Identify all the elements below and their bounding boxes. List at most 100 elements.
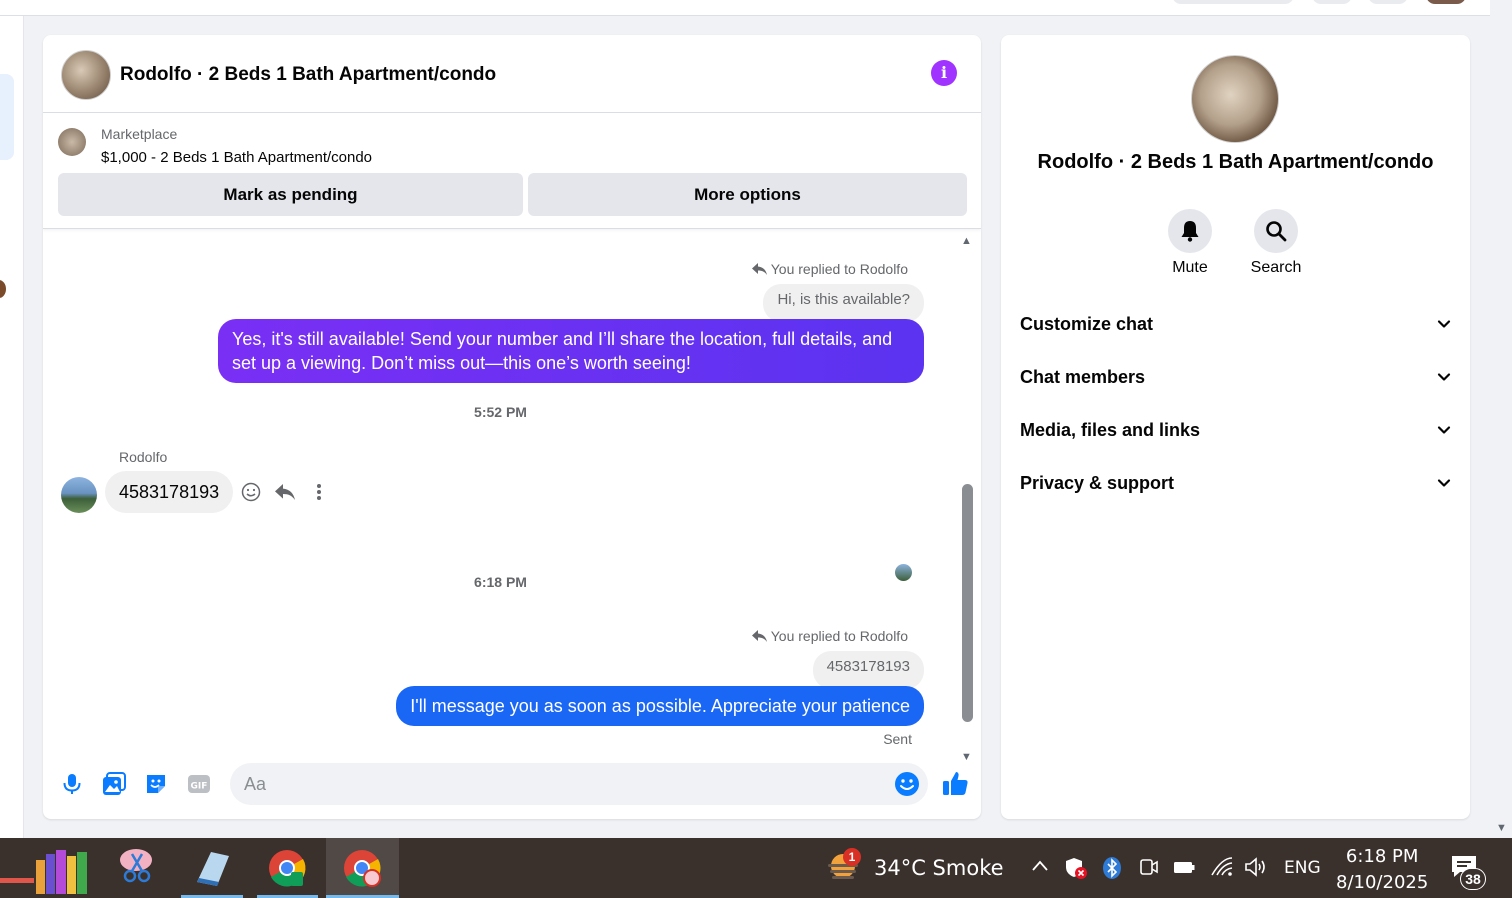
reply-note: You replied to Rodolfo	[751, 628, 908, 644]
scroll-up-icon[interactable]: ▲	[961, 235, 972, 247]
message-list: You replied to Rodolfo Hi, is this avail…	[43, 229, 958, 751]
info-icon[interactable]: i	[931, 60, 957, 86]
conversation-avatar-large[interactable]	[1191, 55, 1279, 143]
message-actions	[241, 482, 329, 502]
security-shield-icon[interactable]	[1064, 856, 1088, 880]
volume-icon[interactable]	[1244, 856, 1268, 878]
conversation-info-panel: Rodolfo · 2 Beds 1 Bath Apartment/condo …	[1001, 35, 1470, 819]
message-scrollbar[interactable]: ▲ ▼	[961, 229, 973, 763]
quoted-message[interactable]: Hi, is this available?	[763, 284, 924, 322]
notepad-icon	[197, 852, 229, 886]
reply-icon	[751, 263, 767, 275]
outgoing-message-line: set up a viewing. Don’t miss out—this on…	[232, 353, 691, 373]
browser-top-strip	[0, 0, 1490, 16]
battery-icon[interactable]	[1172, 856, 1196, 878]
message-status: Sent	[883, 731, 912, 747]
search-label: Search	[1250, 259, 1302, 276]
clock-time: 6:18 PM	[1345, 846, 1419, 867]
incoming-message[interactable]: 4583178193	[105, 471, 234, 513]
sender-avatar[interactable]	[61, 477, 97, 513]
top-profile-avatar[interactable]	[1426, 0, 1466, 4]
outgoing-message-line: Yes, it's still available! Send your num…	[232, 329, 893, 349]
taskbar-books-app[interactable]	[0, 838, 100, 898]
notification-count: 38	[1460, 868, 1486, 890]
conversation-avatar-partial[interactable]	[0, 280, 6, 298]
gif-icon[interactable]: GIF	[186, 771, 212, 797]
customize-chat-section[interactable]: Customize chat	[1020, 304, 1452, 344]
listing-source: Marketplace	[101, 126, 178, 142]
message-timestamp: 6:18 PM	[474, 574, 527, 590]
mark-as-pending-button[interactable]: Mark as pending	[58, 173, 523, 216]
bell-icon[interactable]	[1168, 209, 1212, 253]
windows-taskbar: 1 34°C Smoke ENG 6:18 PM 8/10/2025 38	[0, 838, 1512, 898]
mute-button[interactable]: Mute	[1158, 209, 1222, 277]
quoted-message[interactable]: 4583178193	[812, 651, 924, 689]
reply-icon	[751, 630, 767, 642]
chat-members-section[interactable]: Chat members	[1020, 357, 1452, 397]
message-input-container	[230, 763, 928, 805]
page-scrollbar[interactable]: ▼	[1490, 16, 1512, 838]
clock-date: 8/10/2025	[1336, 872, 1429, 893]
scrollbar-thumb[interactable]	[962, 484, 973, 722]
conversation-avatar[interactable]	[61, 50, 111, 100]
chevron-down-icon	[1437, 373, 1451, 381]
sticker-icon[interactable]	[143, 771, 169, 797]
wifi-icon[interactable]	[1210, 856, 1234, 878]
outgoing-message[interactable]: I'll message you as soon as possible. Ap…	[396, 686, 924, 726]
chrome-icon	[269, 850, 306, 887]
left-conversation-rail	[0, 16, 24, 838]
chevron-down-icon	[1437, 320, 1451, 328]
message-input[interactable]	[244, 763, 874, 805]
section-label: Chat members	[1020, 367, 1146, 387]
scroll-down-icon[interactable]: ▼	[1496, 822, 1507, 834]
privacy-support-section[interactable]: Privacy & support	[1020, 463, 1452, 503]
books-icon	[0, 850, 87, 894]
section-label: Privacy & support	[1020, 473, 1175, 493]
chat-title[interactable]: Rodolfo · 2 Beds 1 Bath Apartment/condo	[120, 64, 496, 86]
chevron-down-icon	[1437, 479, 1451, 487]
clock[interactable]: 6:18 PM 8/10/2025	[1336, 844, 1428, 896]
emoji-icon[interactable]	[894, 771, 920, 797]
language-indicator[interactable]: ENG	[1284, 858, 1321, 878]
reply-note-text: You replied to Rodolfo	[770, 628, 908, 644]
taskbar-chrome[interactable]	[257, 838, 318, 898]
weather-badge: 1	[843, 848, 861, 866]
taskbar-snipping-tool[interactable]	[110, 838, 166, 898]
thumbs-up-icon[interactable]	[941, 769, 969, 797]
message-composer: GIF	[43, 751, 981, 819]
top-menu-button[interactable]	[1312, 0, 1352, 4]
chat-header: Rodolfo · 2 Beds 1 Bath Apartment/condo …	[43, 35, 981, 113]
microphone-icon[interactable]	[59, 771, 85, 797]
media-files-links-section[interactable]: Media, files and links	[1020, 410, 1452, 450]
camera-icon[interactable]	[1138, 856, 1160, 878]
outgoing-message[interactable]: Yes, it's still available! Send your num…	[218, 319, 924, 383]
reply-note: You replied to Rodolfo	[751, 261, 908, 277]
more-icon[interactable]	[309, 482, 329, 502]
selected-conversation-highlight[interactable]	[0, 74, 14, 160]
listing-thumbnail[interactable]	[58, 128, 86, 156]
sender-name: Rodolfo	[119, 449, 168, 465]
search-button[interactable]: Search	[1244, 209, 1308, 277]
bluetooth-icon[interactable]	[1102, 856, 1122, 880]
info-panel-title: Rodolfo · 2 Beds 1 Bath Apartment/condo	[1037, 151, 1434, 173]
mute-label: Mute	[1172, 259, 1208, 276]
listing-price-title[interactable]: $1,000 - 2 Beds 1 Bath Apartment/condo	[101, 149, 372, 166]
reply-icon[interactable]	[275, 482, 295, 502]
react-icon[interactable]	[241, 482, 261, 502]
chrome-icon	[344, 850, 381, 887]
reply-note-text: You replied to Rodolfo	[770, 261, 908, 277]
search-icon[interactable]	[1254, 209, 1298, 253]
chevron-down-icon	[1437, 426, 1451, 434]
section-label: Customize chat	[1020, 314, 1154, 334]
chevron-up-icon[interactable]	[1030, 856, 1050, 876]
taskbar-notepad[interactable]	[181, 838, 243, 898]
photo-icon[interactable]	[101, 771, 127, 797]
more-options-button[interactable]: More options	[528, 173, 967, 216]
top-search-pill[interactable]	[1172, 0, 1294, 4]
marketplace-listing-banner: Marketplace $1,000 - 2 Beds 1 Bath Apart…	[43, 113, 981, 229]
top-notifications-button[interactable]	[1368, 0, 1408, 4]
weather-text[interactable]: 34°C Smoke	[874, 856, 1004, 880]
message-timestamp: 5:52 PM	[474, 404, 527, 420]
taskbar-chrome-profile[interactable]	[326, 838, 399, 898]
section-label: Media, files and links	[1020, 420, 1201, 440]
